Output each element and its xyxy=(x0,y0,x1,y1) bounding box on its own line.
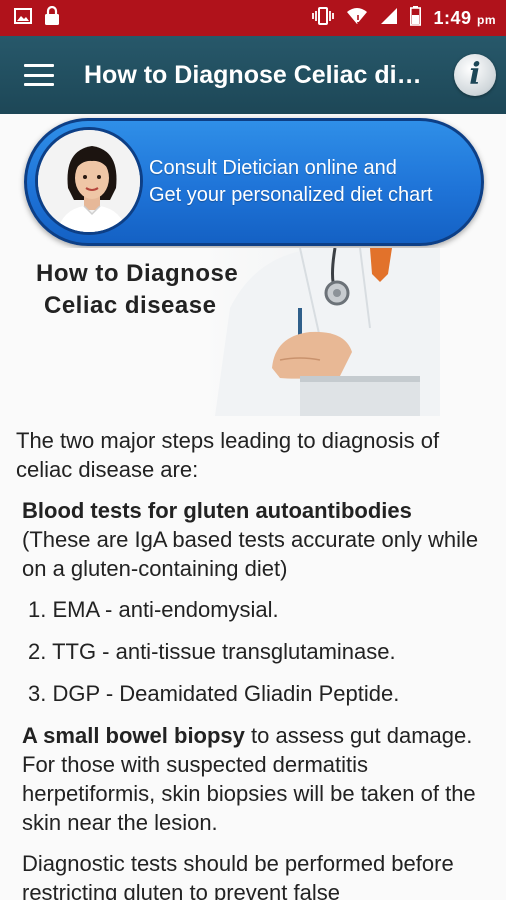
biopsy-heading: A small bowel biopsy xyxy=(22,723,245,748)
list-item: 3. DGP - Deamidated Gliadin Peptide. xyxy=(28,681,400,706)
closing-paragraph: Diagnostic tests should be performed bef… xyxy=(22,851,454,900)
status-time: 1:49 pm xyxy=(433,7,496,28)
content-area[interactable]: Consult Dietician online and Get your pe… xyxy=(0,114,506,900)
blood-tests-paragraph: Blood tests for gluten autoantibodies (T… xyxy=(16,496,492,583)
image-icon xyxy=(14,7,32,29)
hero-title: How to Diagnose Celiac disease xyxy=(36,258,238,322)
menu-icon[interactable] xyxy=(24,64,54,86)
hero-title-line-1: How to Diagnose xyxy=(36,260,239,287)
hero-title-line-2: Celiac disease xyxy=(44,292,217,319)
battery-icon xyxy=(410,5,422,31)
status-bar: 1:49 pm xyxy=(0,0,506,36)
vibrate-icon xyxy=(312,6,335,30)
banner-line-1: Consult Dietician online and xyxy=(149,157,397,179)
tests-list: 1. EMA - anti-endomysial. 2. TTG - anti-… xyxy=(28,595,492,708)
status-left xyxy=(14,5,60,31)
hero-image: How to Diagnose Celiac disease xyxy=(0,248,506,416)
consult-banner-text: Consult Dietician online and Get your pe… xyxy=(149,155,479,209)
intro-paragraph: The two major steps leading to diagnosis… xyxy=(16,428,440,482)
list-item: 2. TTG - anti-tissue transglutaminase. xyxy=(28,639,396,664)
info-button[interactable]: i xyxy=(454,54,496,96)
info-icon: i xyxy=(469,57,481,92)
banner-line-2: Get your personalized diet chart xyxy=(149,184,433,206)
signal-icon xyxy=(380,7,398,30)
blood-tests-heading: Blood tests for gluten autoantibodies xyxy=(22,498,412,523)
app-bar: How to Diagnose Celiac disease i xyxy=(0,36,506,114)
blood-tests-note: (These are IgA based tests accurate only… xyxy=(22,527,479,581)
biopsy-paragraph: A small bowel biopsy to assess gut damag… xyxy=(16,721,492,837)
lock-icon xyxy=(44,5,60,31)
list-item: 1. EMA - anti-endomysial. xyxy=(28,597,279,622)
article-body: The two major steps leading to diagnosis… xyxy=(16,426,492,900)
page-title: How to Diagnose Celiac disease xyxy=(84,60,434,89)
status-right: 1:49 pm xyxy=(312,5,496,31)
dietician-avatar xyxy=(35,127,143,235)
consult-dietician-banner[interactable]: Consult Dietician online and Get your pe… xyxy=(24,118,484,246)
wifi-icon xyxy=(346,7,368,30)
